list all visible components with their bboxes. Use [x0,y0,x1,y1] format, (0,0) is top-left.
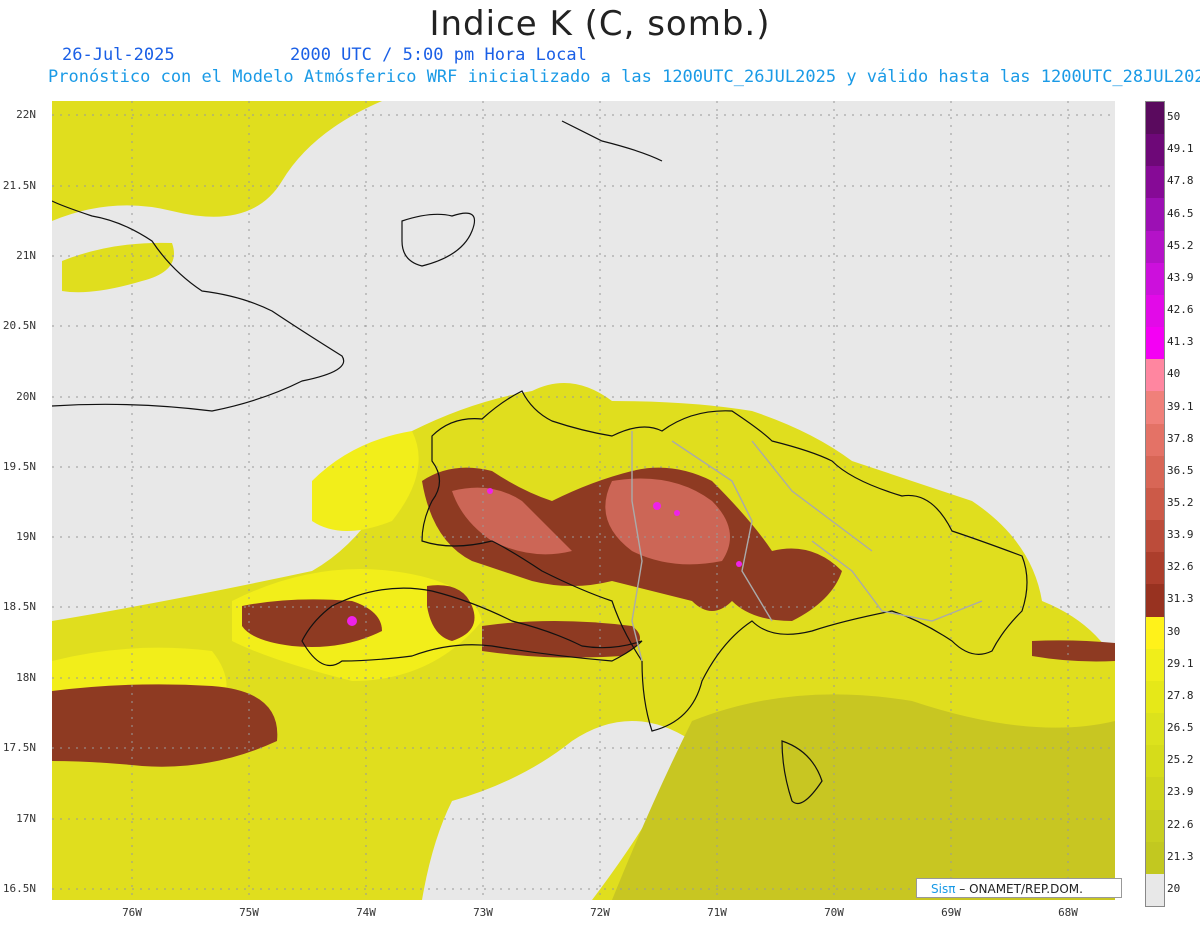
legend-band [1146,230,1164,264]
legend-level-label: 45.2 [1167,238,1194,252]
lat-label: 18.5N [2,600,36,613]
lon-label: 72W [590,906,610,919]
chart-title: Indice K (C, somb.) [429,4,771,44]
lat-label: 18N [16,671,36,684]
valid-date: 26-Jul-2025 [62,45,175,65]
legend-band [1146,198,1164,232]
lat-label: 19.5N [2,460,36,473]
credit-text: – ONAMET/REP.DOM. [955,882,1083,896]
legend-level-label: 35.2 [1167,496,1194,509]
legend-level-label: 20 [1167,881,1181,895]
legend-band [1146,680,1164,714]
lon-label: 76W [122,906,142,919]
legend-band [1146,134,1164,167]
legend-band [1146,455,1164,489]
legend-level-label: 37.8 [1167,431,1194,445]
legend-band [1146,391,1164,425]
legend-band [1146,487,1164,521]
valid-time: 2000 UTC / 5:00 pm Hora Local [290,45,587,65]
legend-level-label: 26.5 [1167,721,1194,735]
legend-band [1146,294,1164,328]
legend-band [1146,102,1164,135]
credit-badge: Sisπ – ONAMET/REP.DOM. [916,878,1122,898]
legend-level-label: 22.6 [1167,817,1194,831]
lon-label: 70W [824,906,844,919]
lon-label: 74W [356,906,376,919]
legend-level-label: 27.8 [1167,688,1194,702]
legend-band [1146,648,1164,682]
legend-level-label: 47.8 [1167,174,1194,188]
legend-level-label: 29.1 [1167,656,1194,670]
lat-label: 17.5N [2,741,36,754]
k-index-field [52,101,1115,900]
legend-level-label: 39.1 [1167,399,1194,413]
model-info: Pronóstico con el Modelo Atmósferico WRF… [48,67,1200,87]
lat-label: 20N [16,390,36,403]
legend-band [1146,552,1164,585]
legend-level-label: 23.9 [1167,785,1194,799]
lat-label: 21.5N [2,179,36,192]
legend-band [1146,616,1164,650]
legend-band [1146,327,1164,360]
legend-level-label: 32.6 [1167,560,1194,574]
legend-band [1146,584,1164,618]
legend-level-label: 40 [1167,367,1181,381]
legend-band [1146,809,1164,843]
legend-level-label: 31.3 [1167,592,1194,606]
lon-label: 73W [473,906,493,919]
legend-level-label: 25.2 [1167,753,1194,767]
legend-level-label: 33.9 [1167,528,1194,542]
credit-brand: Sisπ [931,882,956,896]
legend-band [1146,873,1164,907]
lat-label: 17N [16,812,36,825]
lat-label: 21N [16,249,36,262]
legend-level-label: 43.9 [1167,270,1194,284]
map-area [52,101,1115,900]
legend-level-label: 36.5 [1167,463,1194,477]
lat-label: 20.5N [2,319,36,332]
legend-level-label: 41.3 [1167,335,1194,349]
legend-band [1146,745,1164,778]
legend-band [1146,262,1164,296]
legend-band [1146,841,1164,875]
lon-label: 71W [707,906,727,919]
legend-band [1146,777,1164,811]
lat-label: 22N [16,108,36,121]
legend-level-label: 42.6 [1167,303,1194,317]
legend-level-label: 50 [1167,110,1181,124]
legend-level-label: 21.3 [1167,849,1194,863]
color-legend [1145,101,1165,907]
lat-label: 16.5N [2,882,36,895]
lon-label: 69W [941,906,961,919]
legend-band [1146,520,1164,553]
legend-band [1146,423,1164,457]
lat-label: 19N [16,530,36,543]
legend-level-label: 30 [1167,624,1181,638]
legend-band [1146,359,1164,392]
lon-label: 75W [239,906,259,919]
legend-band [1146,166,1164,199]
legend-band [1146,713,1164,746]
legend-level-label: 46.5 [1167,206,1194,220]
legend-level-label: 49.1 [1167,142,1194,156]
lon-label: 68W [1058,906,1078,919]
